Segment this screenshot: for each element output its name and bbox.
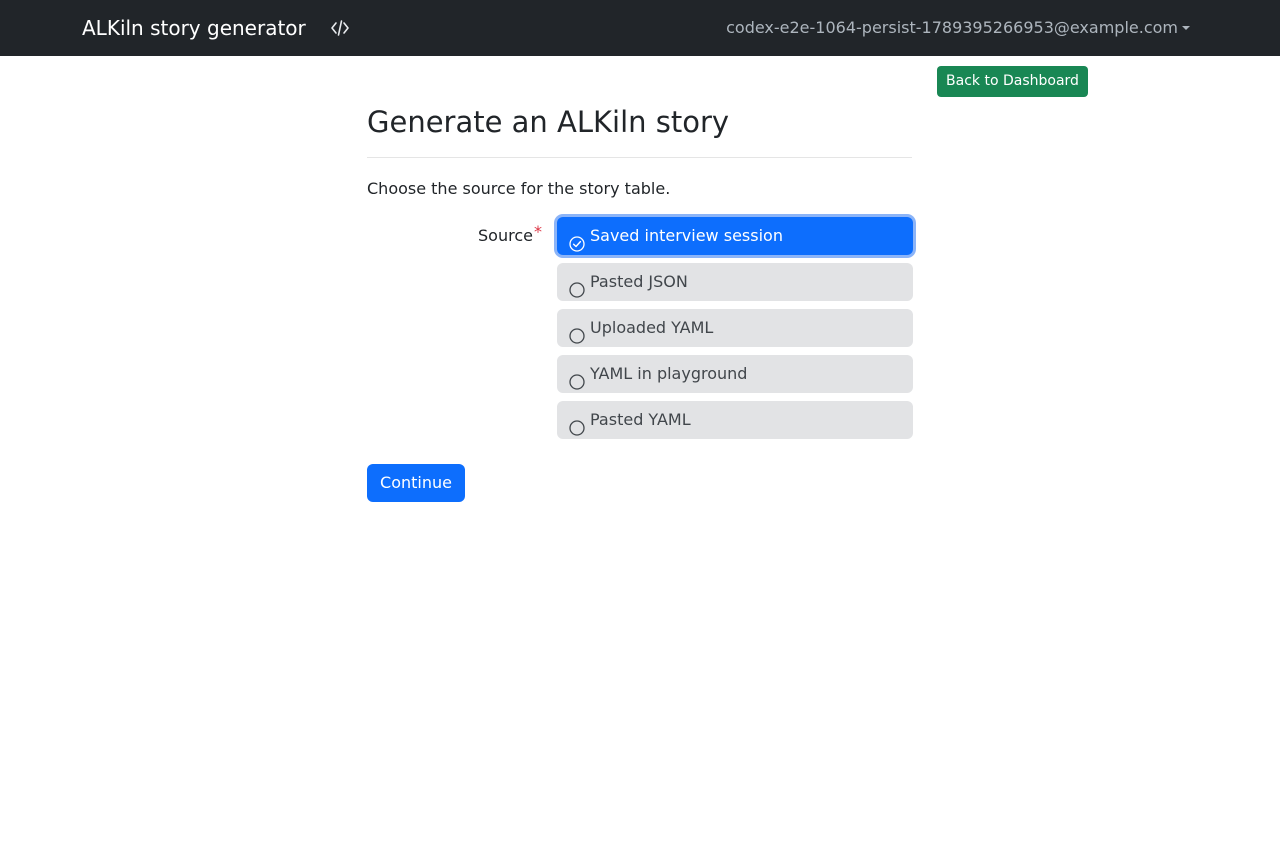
source-option-label: Uploaded YAML	[590, 318, 714, 337]
intro-text: Choose the source for the story table.	[367, 179, 671, 198]
brand-title[interactable]: ALKiln story generator	[82, 16, 306, 40]
radio-unchecked-icon	[569, 320, 585, 344]
check-circle-icon	[569, 228, 585, 252]
source-option[interactable]: Pasted YAML	[557, 401, 913, 439]
source-option[interactable]: Saved interview session	[557, 217, 913, 255]
radio-unchecked-icon	[569, 366, 585, 390]
source-option-label: Pasted JSON	[590, 272, 688, 291]
source-option-label: YAML in playground	[590, 364, 748, 383]
code-icon[interactable]	[328, 17, 352, 39]
caret-down-icon	[1182, 25, 1190, 30]
radio-unchecked-icon	[569, 412, 585, 436]
source-field-label: Source*	[478, 222, 542, 246]
page-title: Generate an ALKiln story	[367, 105, 730, 139]
back-to-dashboard-button[interactable]: Back to Dashboard	[937, 66, 1088, 97]
source-option[interactable]: YAML in playground	[557, 355, 913, 393]
source-option[interactable]: Uploaded YAML	[557, 309, 913, 347]
source-option-label: Pasted YAML	[590, 410, 691, 429]
source-option[interactable]: Pasted JSON	[557, 263, 913, 301]
user-menu-dropdown[interactable]: codex-e2e-1064-persist-1789395266953@exa…	[726, 18, 1190, 38]
radio-unchecked-icon	[569, 274, 585, 298]
source-label-text: Source	[478, 226, 533, 245]
title-divider	[367, 157, 912, 158]
top-navbar: ALKiln story generator codex-e2e-1064-pe…	[0, 0, 1280, 56]
continue-button[interactable]: Continue	[367, 464, 465, 502]
required-marker: *	[533, 222, 542, 241]
user-email: codex-e2e-1064-persist-1789395266953@exa…	[726, 18, 1178, 37]
source-option-label: Saved interview session	[590, 226, 783, 245]
